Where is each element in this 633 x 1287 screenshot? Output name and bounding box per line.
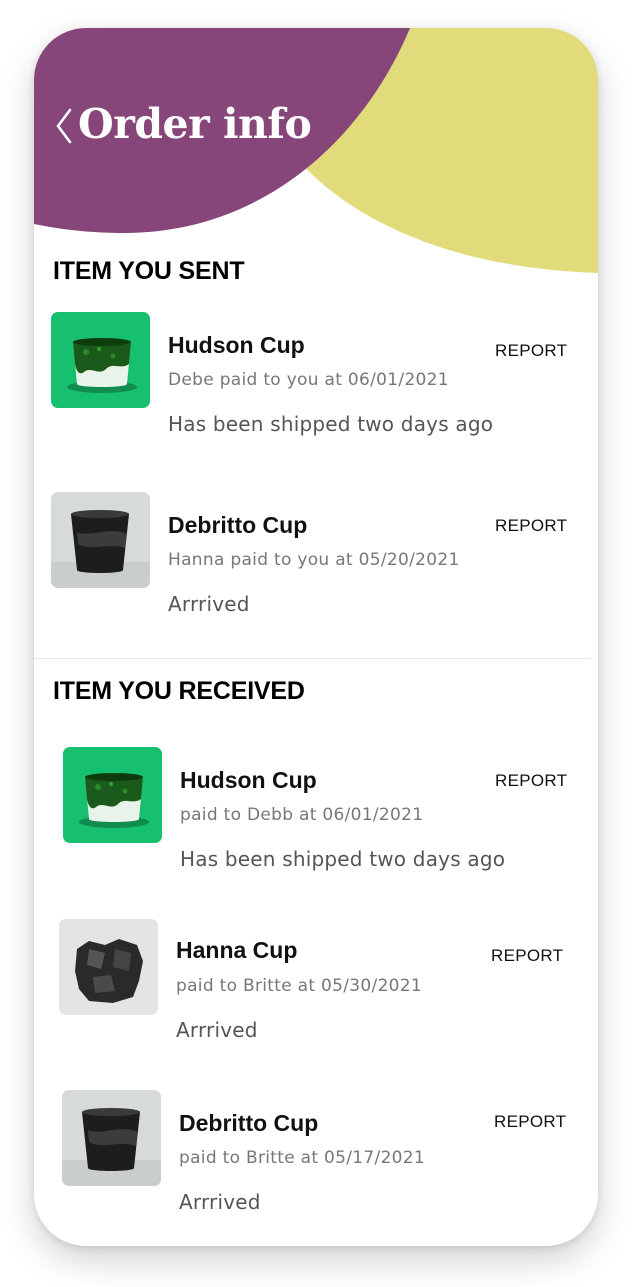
report-button[interactable]: REPORT — [495, 771, 567, 791]
black-cup-photo — [51, 492, 150, 588]
item-name: Hudson Cup — [168, 332, 305, 358]
list-item[interactable]: Debritto Cup Hanna paid to you at 05/20/… — [34, 488, 598, 618]
item-name: Hudson Cup — [180, 767, 317, 793]
item-status: Arrrived — [179, 1190, 261, 1214]
section-title-received: ITEM YOU RECEIVED — [53, 677, 305, 705]
green-cup-photo — [63, 747, 162, 843]
item-name: Debritto Cup — [179, 1110, 319, 1136]
report-button[interactable]: REPORT — [495, 341, 567, 361]
page-title: Order info — [78, 100, 312, 148]
item-payment-info: Hanna paid to you at 05/20/2021 — [168, 550, 460, 570]
item-status: Arrrived — [168, 592, 250, 616]
list-item[interactable]: Hudson Cup paid to Debb at 06/01/2021 Ha… — [34, 743, 598, 873]
black-cup-photo — [62, 1090, 161, 1186]
item-payment-info: paid to Debb at 06/01/2021 — [180, 805, 424, 825]
item-payment-info: paid to Britte at 05/17/2021 — [179, 1148, 426, 1168]
item-status: Has been shipped two days ago — [180, 847, 506, 871]
item-payment-info: Debe paid to you at 06/01/2021 — [168, 370, 449, 390]
report-button[interactable]: REPORT — [491, 946, 563, 966]
item-status: Arrrived — [176, 1018, 258, 1042]
section-divider — [34, 658, 591, 659]
chevron-left-icon[interactable] — [54, 106, 76, 146]
section-title-sent: ITEM YOU SENT — [53, 257, 245, 285]
report-button[interactable]: REPORT — [494, 1112, 566, 1132]
list-item[interactable]: Hanna Cup paid to Britte at 05/30/2021 A… — [34, 916, 598, 1046]
item-status: Has been shipped two days ago — [168, 412, 494, 436]
phone-screen: Order info ITEM YOU SENT Hudson Cup Debe… — [34, 28, 598, 1246]
item-name: Hanna Cup — [176, 937, 298, 963]
list-item[interactable]: Debritto Cup paid to Britte at 05/17/202… — [34, 1086, 598, 1216]
item-name: Debritto Cup — [168, 512, 308, 538]
list-item[interactable]: Hudson Cup Debe paid to you at 06/01/202… — [34, 308, 598, 438]
rough-black-cup-photo — [59, 919, 158, 1015]
green-cup-photo — [51, 312, 150, 408]
item-payment-info: paid to Britte at 05/30/2021 — [176, 976, 423, 996]
header-background — [34, 28, 598, 273]
report-button[interactable]: REPORT — [495, 516, 567, 536]
